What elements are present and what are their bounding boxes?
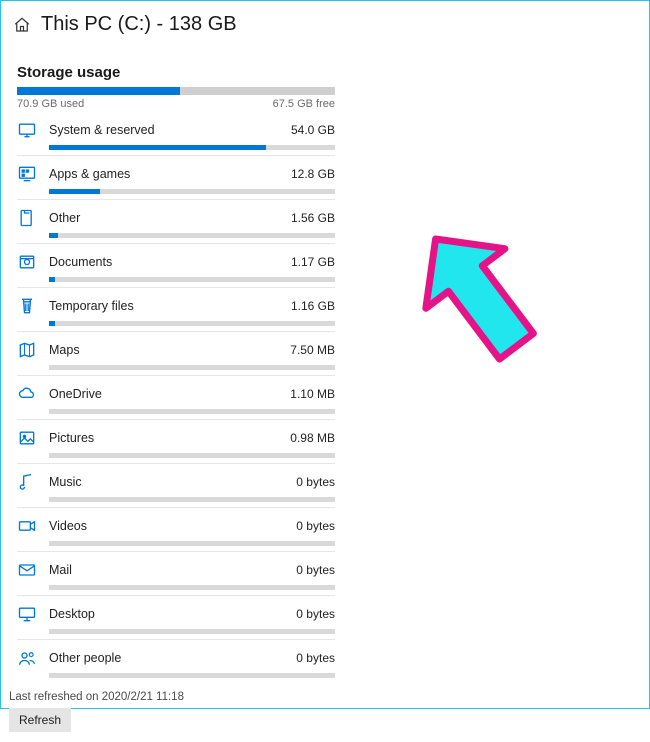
category-bar [49, 145, 335, 150]
category-size: 12.8 GB [291, 167, 335, 181]
category-label: Desktop [49, 607, 288, 621]
storage-overall-labels: 70.9 GB used 67.5 GB free [17, 98, 335, 110]
mail-icon [17, 560, 37, 580]
storage-section-title: Storage usage [17, 64, 335, 81]
onedrive-icon [17, 384, 37, 404]
page-title: This PC (C:) - 138 GB [41, 13, 237, 36]
last-refreshed-label: Last refreshed on 2020/2/21 11:18 [9, 691, 633, 703]
category-row-mail[interactable]: Mail 0 bytes [17, 551, 335, 595]
category-label: OneDrive [49, 387, 282, 401]
category-row-other[interactable]: Other 1.56 GB [17, 199, 335, 243]
system-icon [17, 120, 37, 140]
category-bar-fill [49, 277, 55, 282]
category-bar [49, 321, 335, 326]
category-bar [49, 189, 335, 194]
other-icon [17, 208, 37, 228]
home-icon[interactable] [13, 16, 31, 34]
storage-overall-bar [17, 87, 335, 95]
refresh-button[interactable]: Refresh [9, 708, 71, 732]
category-size: 0 bytes [296, 563, 335, 577]
category-bar-fill [49, 189, 100, 194]
category-bar [49, 673, 335, 678]
category-size: 0.98 MB [290, 431, 335, 445]
category-label: Other [49, 211, 283, 225]
category-row-maps[interactable]: Maps 7.50 MB [17, 331, 335, 375]
documents-icon [17, 252, 37, 272]
footer: Last refreshed on 2020/2/21 11:18 Refres… [1, 683, 649, 742]
apps-icon [17, 164, 37, 184]
category-bar-fill [49, 145, 266, 150]
storage-free-label: 67.5 GB free [273, 98, 335, 110]
category-size: 1.17 GB [291, 255, 335, 269]
category-label: Apps & games [49, 167, 283, 181]
category-bar [49, 585, 335, 590]
category-bar [49, 497, 335, 502]
category-label: Other people [49, 651, 288, 665]
category-bar [49, 541, 335, 546]
desktop-icon [17, 604, 37, 624]
category-row-apps[interactable]: Apps & games 12.8 GB [17, 155, 335, 199]
storage-panel: Storage usage 70.9 GB used 67.5 GB free … [1, 40, 351, 683]
category-label: Documents [49, 255, 283, 269]
category-size: 0 bytes [296, 651, 335, 665]
category-label: System & reserved [49, 123, 283, 137]
category-bar [49, 233, 335, 238]
category-bar [49, 365, 335, 370]
category-row-documents[interactable]: Documents 1.17 GB [17, 243, 335, 287]
maps-icon [17, 340, 37, 360]
category-list: System & reserved 54.0 GB Apps & games 12.8… [17, 112, 335, 683]
storage-used-label: 70.9 GB used [17, 98, 84, 110]
category-bar [49, 277, 335, 282]
category-label: Videos [49, 519, 288, 533]
category-size: 0 bytes [296, 519, 335, 533]
category-row-videos[interactable]: Videos 0 bytes [17, 507, 335, 551]
category-bar-fill [49, 321, 55, 326]
category-bar [49, 629, 335, 634]
category-size: 1.56 GB [291, 211, 335, 225]
people-icon [17, 648, 37, 668]
category-row-music[interactable]: Music 0 bytes [17, 463, 335, 507]
category-label: Mail [49, 563, 288, 577]
storage-overall-bar-fill [17, 87, 180, 95]
category-bar [49, 409, 335, 414]
category-size: 54.0 GB [291, 123, 335, 137]
category-size: 1.10 MB [290, 387, 335, 401]
music-icon [17, 472, 37, 492]
category-row-pictures[interactable]: Pictures 0.98 MB [17, 419, 335, 463]
category-size: 0 bytes [296, 475, 335, 489]
category-row-temp[interactable]: Temporary files 1.16 GB [17, 287, 335, 331]
category-size: 1.16 GB [291, 299, 335, 313]
category-row-people[interactable]: Other people 0 bytes [17, 639, 335, 683]
category-label: Temporary files [49, 299, 283, 313]
category-label: Pictures [49, 431, 282, 445]
category-row-onedrive[interactable]: OneDrive 1.10 MB [17, 375, 335, 419]
category-row-desktop[interactable]: Desktop 0 bytes [17, 595, 335, 639]
category-bar [49, 453, 335, 458]
category-row-system[interactable]: System & reserved 54.0 GB [17, 112, 335, 155]
category-bar-fill [49, 233, 58, 238]
pictures-icon [17, 428, 37, 448]
page-header: This PC (C:) - 138 GB [1, 1, 649, 40]
category-label: Maps [49, 343, 282, 357]
videos-icon [17, 516, 37, 536]
temp-icon [17, 296, 37, 316]
annotation-arrow-icon [406, 226, 556, 396]
category-label: Music [49, 475, 288, 489]
category-size: 7.50 MB [290, 343, 335, 357]
category-size: 0 bytes [296, 607, 335, 621]
